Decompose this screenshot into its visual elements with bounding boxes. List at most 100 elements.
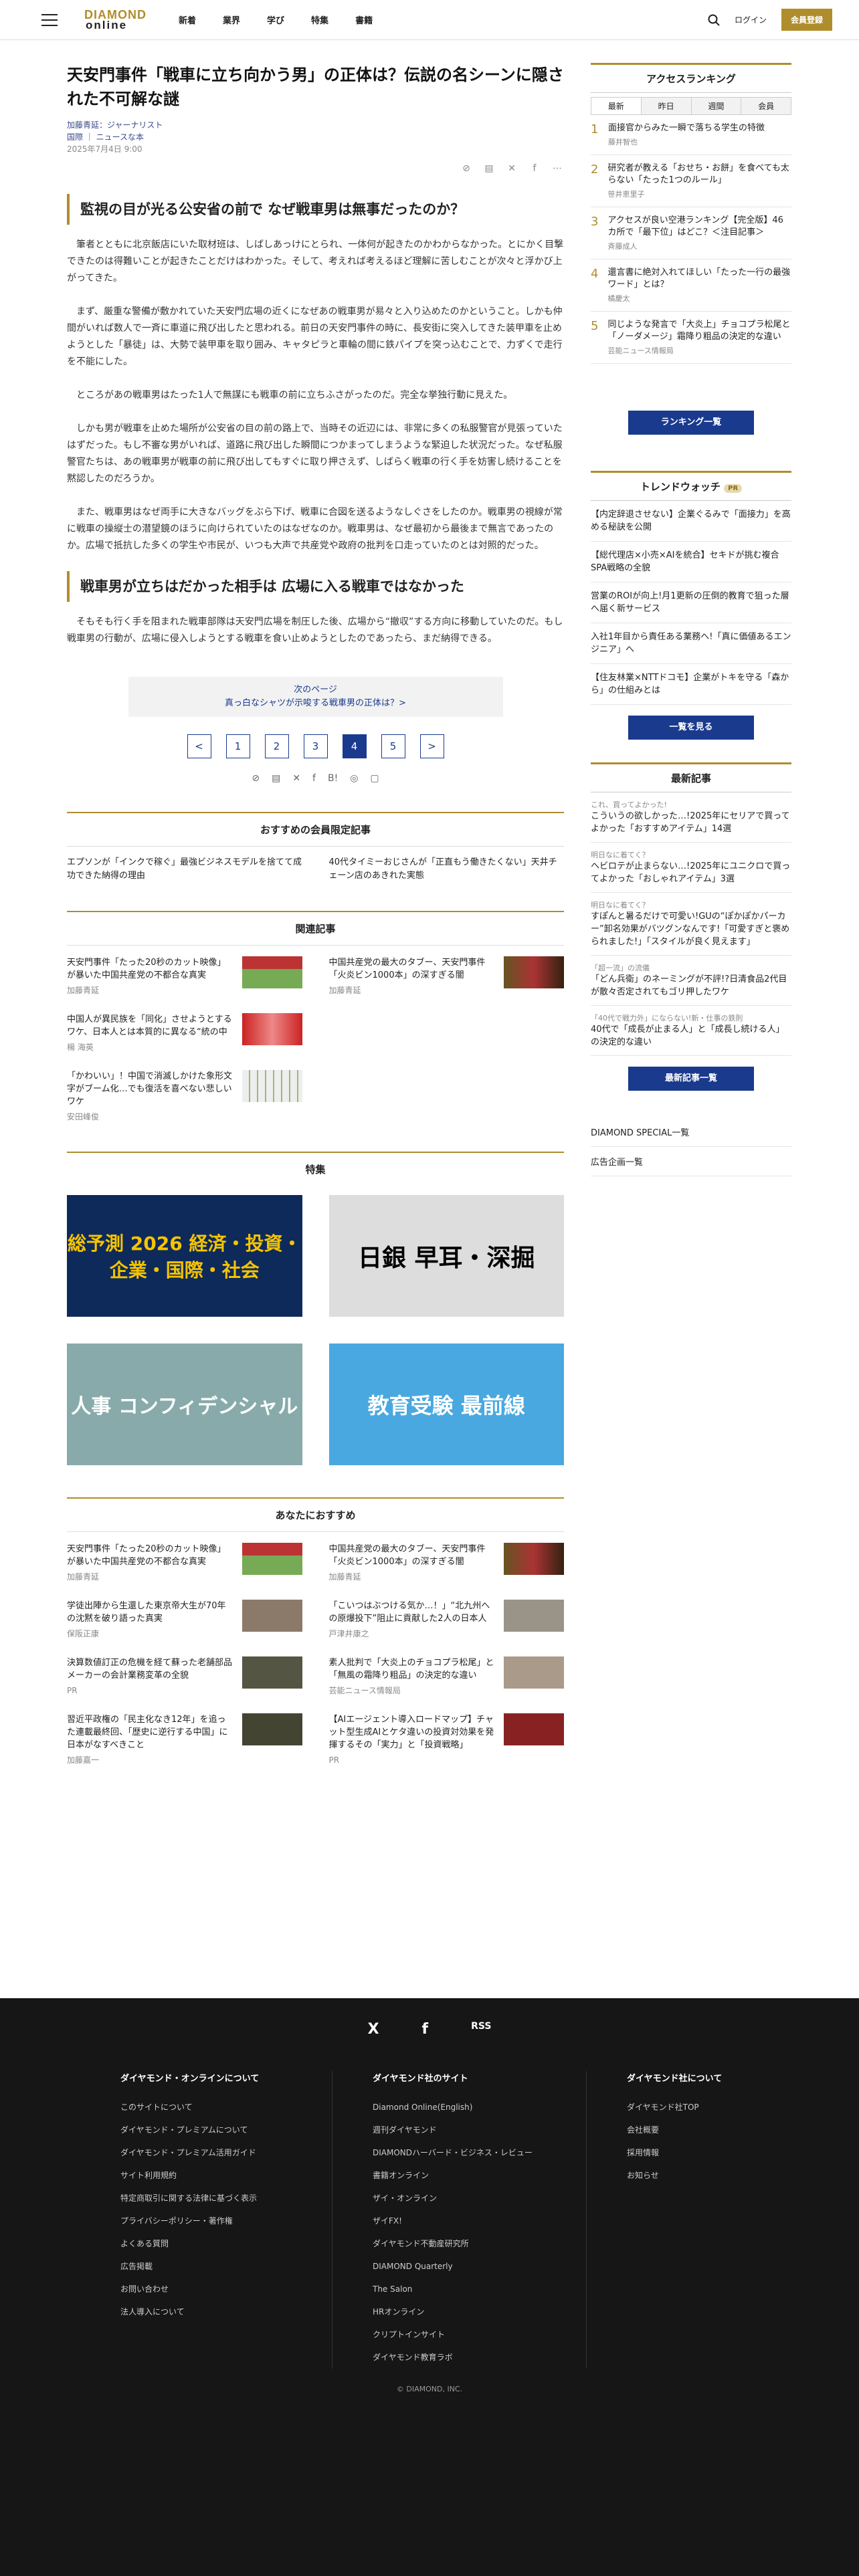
footer-link[interactable]: ダイヤモンド・プレミアムについて xyxy=(120,2119,332,2141)
special-link[interactable]: DIAMOND SPECIAL一覧 xyxy=(591,1117,791,1147)
footer-link[interactable]: ダイヤモンド教育ラボ xyxy=(373,2346,586,2369)
tab-weekly[interactable]: 週間 xyxy=(691,98,742,114)
ad-link[interactable]: 広告企画一覧 xyxy=(591,1147,791,1176)
latest-item[interactable]: 「超一流」の流儀 「どん兵衛」のネーミングが不評!?日清食品2代目が散々否定されて… xyxy=(591,956,791,1006)
pocket-icon[interactable]: ▢ xyxy=(370,773,379,784)
footer-link[interactable]: お問い合わせ xyxy=(120,2278,332,2300)
ranking-item[interactable]: 5 同じような発言で「大炎上」チョコプラ松尾と「ノーダメージ」霜降り粗品の決定的な… xyxy=(591,312,791,364)
recommend-item[interactable]: 天安門事件「たった20秒のカット映像」が暴いた中国共産党の不都合な真実 加藤青延 xyxy=(67,1543,302,1584)
article-category[interactable]: 国際 ｜ ニュースな本 xyxy=(67,131,564,143)
footer-link[interactable]: サイト利用規約 xyxy=(120,2164,332,2187)
related-item[interactable]: 「かわいい」！中国で消滅しかけた象形文字がブーム化…でも復活を喜べない悲しいワケ… xyxy=(67,1070,302,1123)
facebook-icon[interactable]: f xyxy=(422,2021,429,2038)
footer-link[interactable]: 会社概要 xyxy=(627,2119,840,2141)
prev-page-button[interactable]: < xyxy=(187,734,211,758)
footer-link[interactable]: ザイFX! xyxy=(373,2210,586,2232)
ranking-list-button[interactable]: ランキング一覧 xyxy=(628,411,754,435)
footer-link[interactable]: ザイ・オンライン xyxy=(373,2187,586,2210)
feature-banner[interactable]: 総予測 2026 経済・投資・企業・国際・社会 xyxy=(67,1195,302,1317)
next-page-link[interactable]: 次のページ 真っ白なシャツが示唆する戦車男の正体は？> xyxy=(128,677,503,717)
footer-link[interactable]: Diamond Online(English) xyxy=(373,2096,586,2119)
footer-link[interactable]: 週刊ダイヤモンド xyxy=(373,2119,586,2141)
member-article[interactable]: エプソンが「インクで稼ぐ」最強ビジネスモデルを捨てて成功できた納得の理由 xyxy=(67,856,302,883)
register-button[interactable]: 会員登録 xyxy=(781,9,832,31)
recommend-item[interactable]: 素人批判で「大炎上のチョコプラ松尾」と「無風の霜降り粗品」の決定的な違い 芸能ニュ… xyxy=(329,1656,564,1697)
recommend-item[interactable]: 習近平政権の「民主化なき12年」を追った連載最終回、「歴史に逆行する中国」に日本… xyxy=(67,1713,302,1767)
ranking-item[interactable]: 4 還言書に絶対入れてほしい「たった一行の最強ワード」とは？ 橘慶太 xyxy=(591,259,791,312)
more-icon[interactable]: ⋯ xyxy=(551,162,564,175)
tab-yesterday[interactable]: 昨日 xyxy=(641,98,692,114)
recommend-item[interactable]: 学徒出陣から生還した東京帝大生が70年の沈黙を破り語った真実 保阪正康 xyxy=(67,1600,302,1640)
latest-item[interactable]: 明日なに着てく？ すぽんと暑るだけで可愛い!GUの“ぽかぽかパーカー”卸名効果がバ… xyxy=(591,893,791,956)
next-page-button[interactable]: > xyxy=(419,734,444,758)
nav-learn[interactable]: 学び xyxy=(267,13,284,26)
latest-item[interactable]: 「40代で戦力外」にならない!新・仕事の鉄則 40代で「成長が止まる人」と「成長し… xyxy=(591,1006,791,1056)
x-icon[interactable]: X xyxy=(368,2021,379,2038)
recommend-item[interactable]: 「こいつはぶつける気か…！」“北九州への原爆投下”阻止に貢献した2人の日本人 戸津… xyxy=(329,1600,564,1640)
footer-link[interactable]: DIAMOND Quarterly xyxy=(373,2255,586,2278)
trend-item[interactable]: 【住友林業×NTTドコモ】企業がトキを守る「森から」の仕組みとは xyxy=(591,664,791,705)
nav-industry[interactable]: 業界 xyxy=(223,13,240,26)
line-icon[interactable]: ◎ xyxy=(350,773,358,784)
site-logo[interactable]: DIAMOND online xyxy=(84,9,147,31)
ranking-item[interactable]: 2 研究者が教える「おせち・お餅」を食べても太らない「たった1つのルール」 笹井恵里… xyxy=(591,155,791,207)
footer-link[interactable]: ダイヤモンド社TOP xyxy=(627,2096,840,2119)
footer-link[interactable]: The Salon xyxy=(373,2278,586,2300)
login-link[interactable]: ログイン xyxy=(735,14,767,25)
member-article[interactable]: 40代タイミーおじさんが「正直もう働きたくない」天井チェーン店のあきれた実態 xyxy=(329,856,565,883)
print-icon[interactable]: ▤ xyxy=(482,162,496,175)
footer-link[interactable]: よくある質問 xyxy=(120,2232,332,2255)
current-page[interactable]: 4 xyxy=(342,734,367,758)
footer-link[interactable]: ダイヤモンド・プレミアム活用ガイド xyxy=(120,2141,332,2164)
print-icon[interactable]: ▤ xyxy=(272,773,280,784)
link-icon[interactable]: ⊘ xyxy=(460,162,473,175)
latest-item[interactable]: 明日なに着てく？ ヘビロテが止まらない…!2025年にユニクロで買ってよかった「お… xyxy=(591,843,791,893)
related-item[interactable]: 中国人が異民族を「同化」させようとするワケ、日本人とは本質的に異なる“統の中楊 … xyxy=(67,1013,302,1054)
recommend-item[interactable]: 中国共産党の最大のタブー、天安門事件「火炎ビン1000本」の深すぎる闇 加藤青延 xyxy=(329,1543,564,1584)
page-button[interactable]: 3 xyxy=(303,734,328,758)
footer-link[interactable]: HRオンライン xyxy=(373,2300,586,2323)
footer-link[interactable]: DIAMONDハーバード・ビジネス・レビュー xyxy=(373,2141,586,2164)
search-icon[interactable] xyxy=(708,14,720,26)
footer-link[interactable]: お知らせ xyxy=(627,2164,840,2187)
feature-banner[interactable]: 人事 コンフィデンシャル xyxy=(67,1344,302,1465)
page-button[interactable]: 5 xyxy=(381,734,405,758)
ranking-item[interactable]: 3 アクセスが良い空港ランキング【完全版】46カ所で「最下位」はどこ？＜注目記事＞… xyxy=(591,207,791,259)
ranking-item[interactable]: 1 面接官からみた一瞬で落ちる学生の特徴 藤井智也 xyxy=(591,115,791,155)
related-item[interactable]: 天安門事件「たった20秒のカット映像」が暴いた中国共産党の不都合な真実 加藤青延 xyxy=(67,956,302,997)
facebook-icon[interactable]: f xyxy=(312,773,316,784)
related-item[interactable]: 中国共産党の最大のタブー、天安門事件「火炎ビン1000本」の深すぎる闇 加藤青延 xyxy=(329,956,564,997)
trend-item[interactable]: 【内定辞退させない】企業ぐるみで「面接力」を高める秘訣を公開 xyxy=(591,501,791,542)
feature-banner[interactable]: 日銀 早耳・深掘 xyxy=(328,1195,564,1317)
x-icon[interactable]: ✕ xyxy=(292,773,300,784)
tab-members[interactable]: 会員 xyxy=(741,98,791,114)
footer-link[interactable]: 法人導入について xyxy=(120,2300,332,2323)
page-button[interactable]: 2 xyxy=(264,734,289,758)
trend-item[interactable]: 【総代理店×小売×AIを統合】セキドが挑む複合SPA戦略の全貌 xyxy=(591,542,791,582)
link-icon[interactable]: ⊘ xyxy=(252,773,260,784)
footer-link[interactable]: 採用情報 xyxy=(627,2141,840,2164)
rss-icon[interactable]: RSS xyxy=(471,2021,491,2038)
latest-item[interactable]: これ、買ってよかった! こういうの欲しかった…!2025年にセリアで買ってよかった… xyxy=(591,792,791,843)
footer-link[interactable]: 広告掲載 xyxy=(120,2255,332,2278)
footer-link[interactable]: プライバシーポリシー・著作権 xyxy=(120,2210,332,2232)
trend-list-button[interactable]: 一覧を見る xyxy=(628,716,754,740)
footer-link[interactable]: クリプトインサイト xyxy=(373,2323,586,2346)
menu-icon[interactable] xyxy=(41,13,58,26)
nav-new[interactable]: 新着 xyxy=(179,13,196,26)
hatena-icon[interactable]: B! xyxy=(328,773,338,784)
recommend-item[interactable]: 決算数値訂正の危機を経て蘇った老舗部品メーカーの会計業務変革の全貌 PR xyxy=(67,1656,302,1697)
feature-banner[interactable]: 教育受験 最前線 xyxy=(328,1344,564,1465)
tab-latest[interactable]: 最新 xyxy=(591,98,642,114)
recommend-item[interactable]: 【AIエージェント導入ロードマップ】チャット型生成AIとケタ違いの投資対効果を発… xyxy=(329,1713,564,1767)
trend-item[interactable]: 営業のROIが向上!月1更新の圧倒的教育で狙った層へ届く新サービス xyxy=(591,582,791,623)
footer-link[interactable]: ダイヤモンド不動産研究所 xyxy=(373,2232,586,2255)
footer-link[interactable]: このサイトについて xyxy=(120,2096,332,2119)
latest-list-button[interactable]: 最新記事一覧 xyxy=(628,1067,754,1091)
trend-item[interactable]: 入社1年目から責任ある業務へ!「真に価値あるエンジニア」へ xyxy=(591,623,791,664)
nav-books[interactable]: 書籍 xyxy=(355,13,373,26)
x-icon[interactable]: ✕ xyxy=(505,162,518,175)
nav-feature[interactable]: 特集 xyxy=(311,13,328,26)
facebook-icon[interactable]: f xyxy=(528,162,541,175)
footer-link[interactable]: 特定商取引に関する法律に基づく表示 xyxy=(120,2187,332,2210)
